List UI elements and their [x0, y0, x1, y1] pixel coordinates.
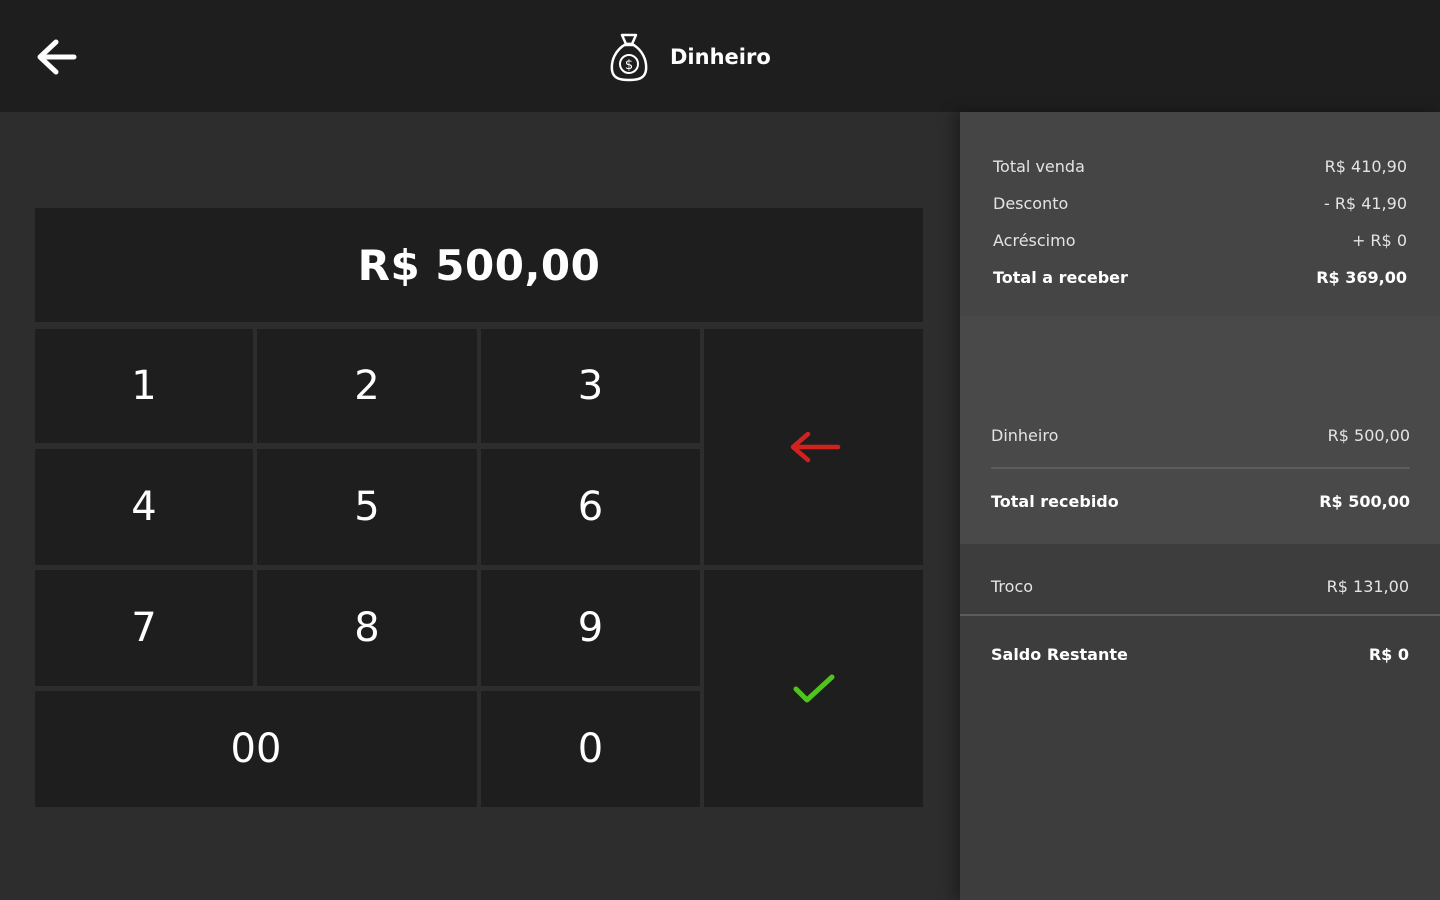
saldo-restante-row: Saldo Restante R$ 0	[991, 642, 1409, 666]
key-9[interactable]: 9	[481, 570, 700, 686]
dinheiro-value: R$ 500,00	[1327, 425, 1410, 445]
total-receber-row: Total a receber R$ 369,00	[993, 265, 1407, 289]
desconto-row: Desconto - R$ 41,90	[993, 191, 1407, 215]
top-bar: $ Dinheiro	[0, 0, 1440, 112]
desconto-label: Desconto	[993, 193, 1069, 213]
total-receber-value: R$ 369,00	[1316, 267, 1407, 287]
backspace-arrow-icon	[790, 431, 840, 463]
total-receber-label: Total a receber	[993, 267, 1128, 287]
total-venda-value: R$ 410,90	[1324, 156, 1407, 176]
saldo-restante-value: R$ 0	[1368, 644, 1409, 664]
key-00[interactable]: 00	[35, 691, 477, 807]
key-8[interactable]: 8	[257, 570, 477, 686]
total-venda-label: Total venda	[993, 156, 1085, 176]
troco-label: Troco	[991, 576, 1034, 596]
key-0[interactable]: 0	[481, 691, 700, 807]
page-header: $ Dinheiro	[606, 30, 771, 84]
key-5[interactable]: 5	[257, 449, 477, 565]
desconto-value: - R$ 41,90	[1323, 193, 1407, 213]
confirm-button[interactable]	[704, 570, 923, 807]
acrescimo-label: Acréscimo	[993, 230, 1076, 250]
dinheiro-label: Dinheiro	[991, 425, 1059, 445]
key-2[interactable]: 2	[257, 329, 477, 443]
money-bag-icon: $	[606, 30, 652, 84]
amount-display: R$ 500,00	[35, 208, 923, 322]
key-1[interactable]: 1	[35, 329, 253, 443]
arrow-left-icon	[37, 39, 77, 75]
checkmark-icon	[793, 674, 834, 702]
key-6[interactable]: 6	[481, 449, 700, 565]
key-7[interactable]: 7	[35, 570, 253, 686]
troco-row: Troco R$ 131,00	[991, 574, 1409, 598]
key-3[interactable]: 3	[481, 329, 700, 443]
page-title: Dinheiro	[670, 45, 771, 69]
troco-value: R$ 131,00	[1326, 576, 1409, 596]
acrescimo-row: Acréscimo + R$ 0	[993, 228, 1407, 252]
total-recebido-label: Total recebido	[991, 491, 1119, 511]
total-venda-row: Total venda R$ 410,90	[993, 154, 1407, 178]
dinheiro-row: Dinheiro R$ 500,00	[991, 423, 1410, 447]
acrescimo-value: + R$ 0	[1351, 230, 1407, 250]
total-recebido-row: Total recebido R$ 500,00	[991, 489, 1410, 513]
key-4[interactable]: 4	[35, 449, 253, 565]
total-recebido-value: R$ 500,00	[1319, 491, 1410, 511]
divider	[960, 614, 1440, 616]
divider	[991, 467, 1410, 469]
backspace-button[interactable]	[704, 329, 923, 565]
saldo-restante-label: Saldo Restante	[991, 644, 1128, 664]
back-button[interactable]	[30, 34, 82, 80]
svg-text:$: $	[625, 58, 633, 73]
